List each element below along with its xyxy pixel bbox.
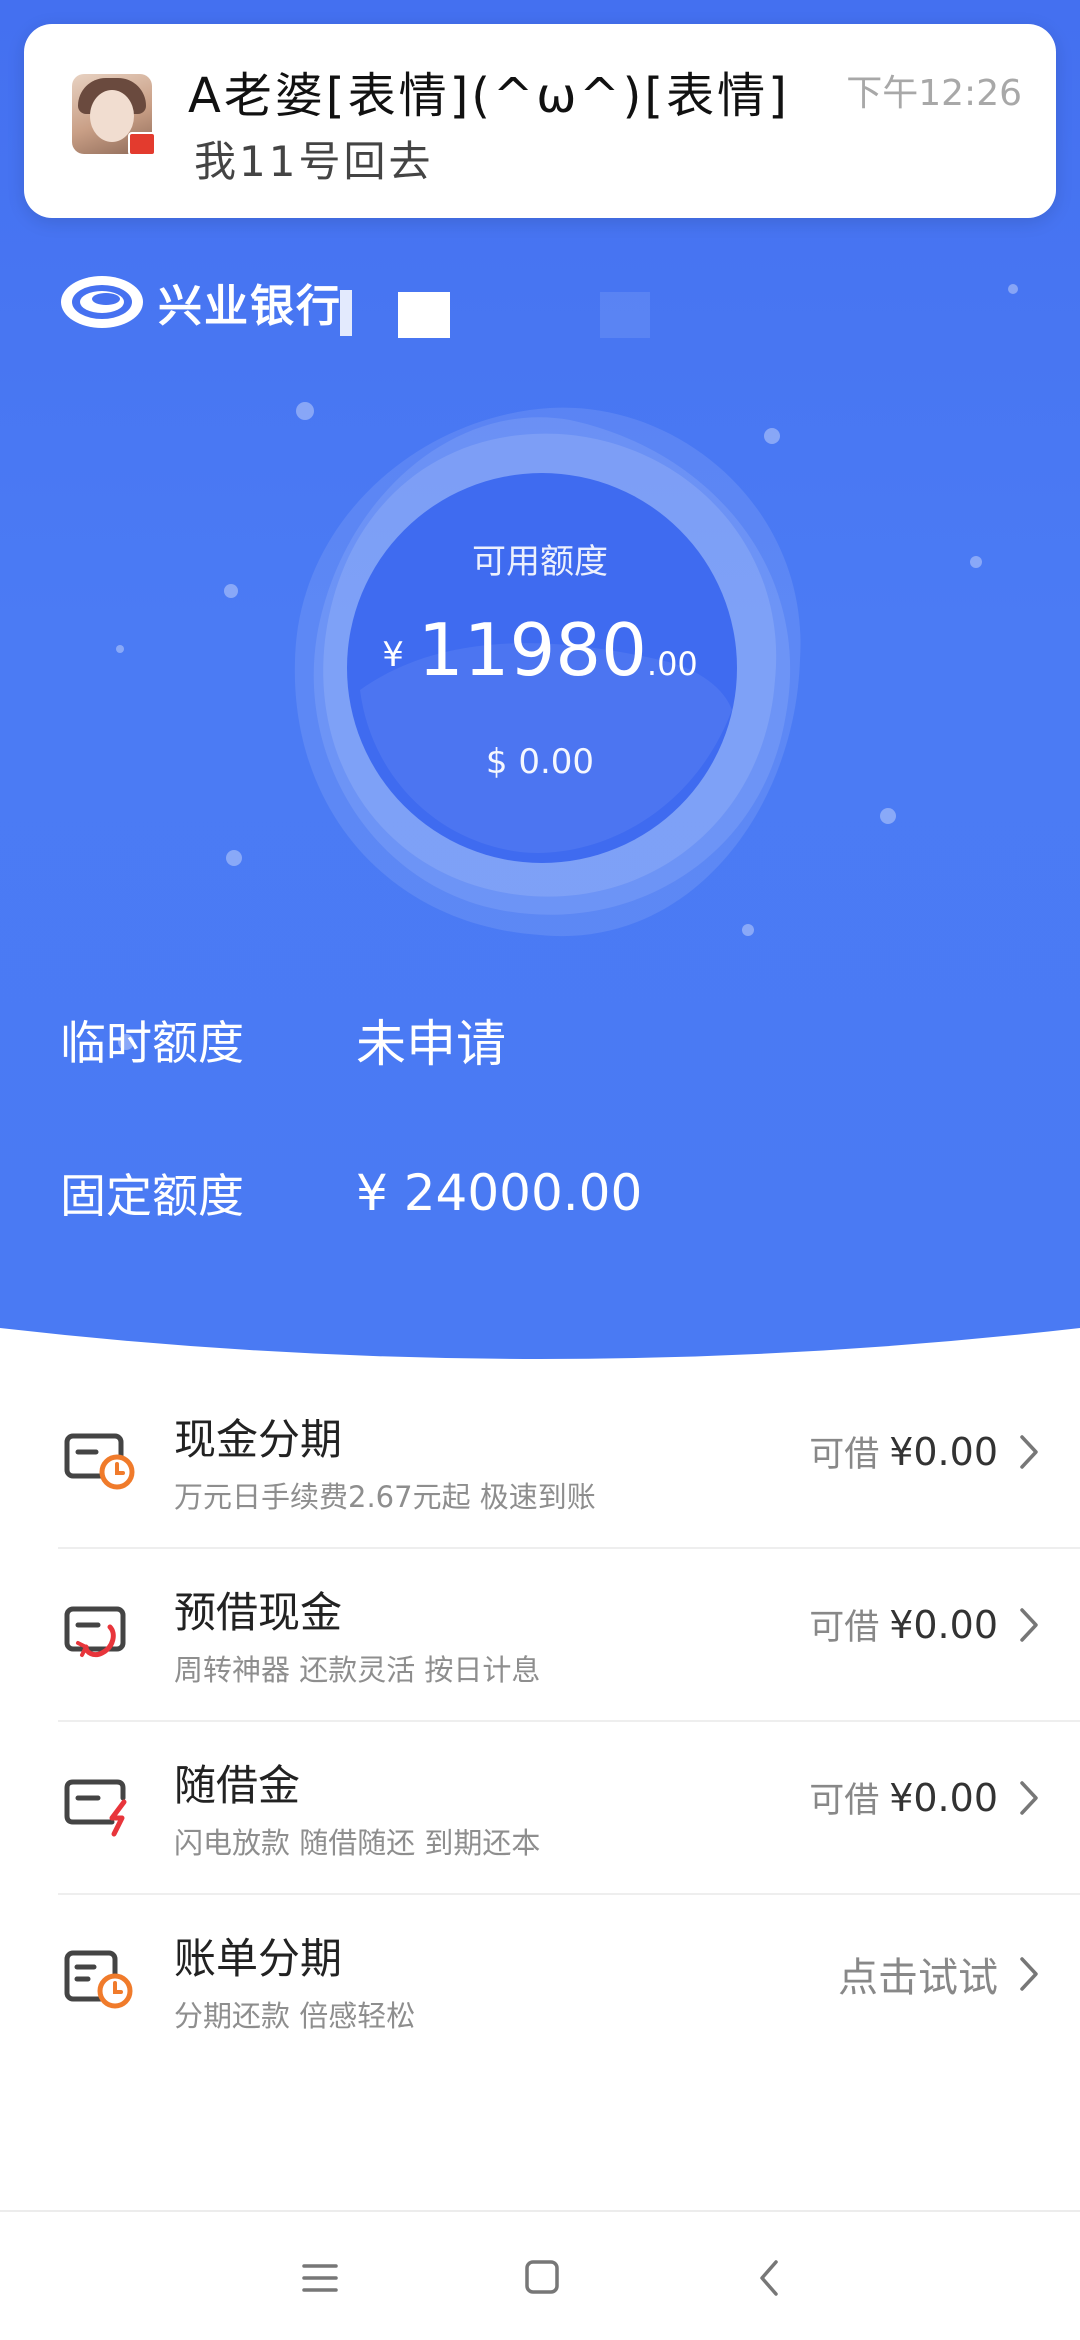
temporary-quota-value: 未申请	[356, 1015, 506, 1073]
available-credit-cents: .00	[646, 645, 698, 683]
flag-badge-icon	[128, 132, 156, 156]
card-loop-icon	[64, 1606, 126, 1658]
borrow-label: 可借	[809, 1781, 880, 1821]
item-amount-group: 可借 ¥0.00	[809, 1772, 1044, 1823]
notification-time: 下午12:26	[846, 73, 1022, 114]
available-credit-amount: ¥11980.00	[0, 608, 1080, 692]
fixed-quota-label: 固定额度	[60, 1169, 244, 1223]
list-item-flash-loan[interactable]: 随借金 闪电放款 随借随还 到期还本 可借 ¥0.00	[0, 1722, 1080, 1895]
list-item-cash-advance[interactable]: 预借现金 周转神器 还款灵活 按日计息 可借 ¥0.00	[0, 1549, 1080, 1722]
bank-logo: 兴业银行	[58, 270, 342, 334]
item-title: 随借金	[174, 1761, 301, 1810]
card-clock-icon	[64, 1433, 135, 1490]
item-title: 预借现金	[174, 1588, 343, 1637]
chevron-right-icon	[1020, 1607, 1038, 1642]
chevron-right-icon	[1020, 1434, 1038, 1469]
notification-message: 我11号回去	[194, 137, 434, 186]
bank-swirl-logo-icon	[61, 276, 143, 328]
item-amount-group: 可借 ¥0.00	[809, 1599, 1044, 1650]
back-icon[interactable]	[740, 2248, 800, 2308]
borrow-label: 可借	[809, 1435, 880, 1475]
try-it-link[interactable]: 点击试试	[838, 1945, 998, 2003]
borrow-label: 可借	[809, 1608, 880, 1648]
borrow-amount: ¥0.00	[889, 1429, 998, 1474]
message-notification[interactable]: A老婆[表情](^ω^)[表情] 下午12:26 我11号回去	[24, 24, 1056, 218]
menu-icon[interactable]	[290, 2248, 350, 2308]
item-subtitle: 周转神器 还款灵活 按日计息	[174, 1653, 541, 1687]
available-credit-integer: 11980	[417, 608, 647, 692]
temporary-quota-row[interactable]: 临时额度 未申请	[60, 1004, 506, 1076]
card-lightning-icon	[64, 1779, 127, 1837]
privacy-mask	[340, 290, 352, 336]
item-subtitle: 分期还款 倍感轻松	[174, 1999, 416, 2033]
bill-clock-icon	[64, 1950, 133, 2009]
privacy-mask	[398, 292, 450, 338]
available-credit-label: 可用额度	[472, 542, 608, 582]
system-navigation-bar	[0, 2210, 1080, 2340]
chevron-right-icon	[1020, 1780, 1038, 1815]
fixed-quota-value: ¥ 24000.00	[356, 1164, 643, 1222]
decor-dot	[226, 850, 242, 866]
chevron-right-icon	[1020, 1957, 1038, 1991]
temporary-quota-label: 临时额度	[60, 1016, 244, 1070]
fixed-quota-row: 固定额度 ¥ 24000.00	[60, 1160, 642, 1226]
bank-name: 兴业银行	[158, 281, 342, 332]
item-title: 现金分期	[174, 1415, 343, 1464]
list-item-bill-installment[interactable]: 账单分期 分期还款 倍感轻松 点击试试	[0, 1895, 1080, 2068]
privacy-mask	[600, 292, 650, 338]
currency-symbol: ¥	[382, 635, 404, 676]
list-item-cash-installment[interactable]: 现金分期 万元日手续费2.67元起 极速到账 可借 ¥0.00	[0, 1376, 1080, 1549]
borrow-amount: ¥0.00	[889, 1775, 998, 1820]
item-subtitle: 闪电放款 随借随还 到期还本	[174, 1826, 541, 1860]
item-amount-group: 可借 ¥0.00	[809, 1426, 1044, 1477]
decor-dot	[1008, 284, 1018, 294]
notification-sender: A老婆[表情](^ω^)[表情]	[188, 68, 790, 124]
home-square-icon[interactable]	[512, 2248, 572, 2308]
item-title: 账单分期	[174, 1934, 343, 1983]
service-list: 现金分期 万元日手续费2.67元起 极速到账 可借 ¥0.00 预借现金 周转神…	[0, 1376, 1080, 2068]
item-cta-group: 点击试试	[838, 1945, 1044, 2003]
decor-dot	[224, 584, 238, 598]
usd-credit-amount: $ 0.00	[485, 742, 595, 782]
borrow-amount: ¥0.00	[889, 1602, 998, 1647]
item-subtitle: 万元日手续费2.67元起 极速到账	[174, 1480, 596, 1514]
decor-dot	[880, 808, 896, 824]
